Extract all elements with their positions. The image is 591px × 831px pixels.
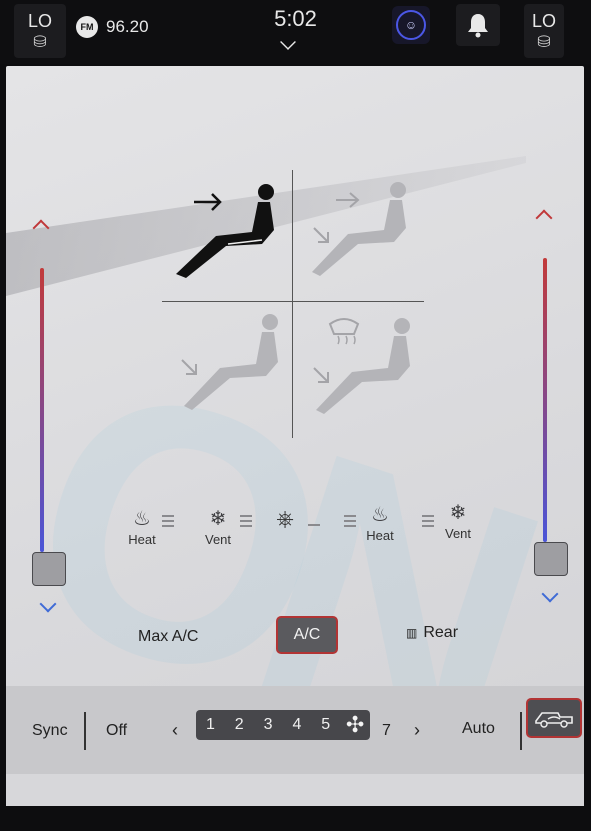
recirculation-button[interactable] xyxy=(526,698,582,738)
passenger-temp-up-icon[interactable] xyxy=(535,209,553,227)
driver-seat-heat-label: Heat xyxy=(128,532,156,547)
status-bar: LO ⛁ FM 96.20 5:02 ☺ LO ⛁ xyxy=(0,0,591,64)
truck-recirc-icon xyxy=(535,712,573,728)
fan-speed-5[interactable]: 5 xyxy=(311,716,340,734)
bell-icon xyxy=(468,14,488,38)
sync-button[interactable]: Sync xyxy=(32,722,68,740)
fan-control-bar: Sync Off ‹ 1 2 3 4 5 ✣ 7 › Auto xyxy=(6,686,584,774)
auto-button[interactable]: Auto xyxy=(462,720,495,738)
driver-temp-slider-thumb[interactable] xyxy=(32,552,66,586)
fan-increase-button[interactable]: › xyxy=(414,720,420,741)
passenger-temp-down-icon[interactable] xyxy=(541,585,559,603)
passenger-seat-heat-label: Heat xyxy=(366,528,394,543)
defrost-feet-icon xyxy=(313,318,410,414)
driver-seat-icon: ⛁ xyxy=(33,34,47,51)
grid-divider-horizontal xyxy=(162,301,424,302)
driver-profile-icon: ☺ xyxy=(396,10,426,40)
passenger-temp-button[interactable]: LO ⛁ xyxy=(524,4,564,58)
steering-wheel-heat-icon[interactable]: ⎈ xyxy=(272,506,298,532)
fan-speed-2[interactable]: 2 xyxy=(225,716,254,734)
seat-heat-icon: ♨ xyxy=(133,508,151,530)
airflow-feet[interactable] xyxy=(170,310,290,420)
driver-profile-button[interactable]: ☺ xyxy=(392,6,430,44)
airflow-face-feet[interactable] xyxy=(306,174,426,284)
divider xyxy=(520,712,522,750)
driver-vent-level xyxy=(240,512,252,530)
driver-seat-vent-label: Vent xyxy=(204,532,232,547)
passenger-temp-value: LO xyxy=(531,11,556,31)
fan-speed-strip[interactable]: 1 2 3 4 5 ✣ xyxy=(196,710,370,740)
climate-panel: ON ♨ Heat ❄ Vent ⎈ ♨ Heat ❄ Vent Max A/C… xyxy=(0,66,584,825)
passenger-heat-level xyxy=(344,512,356,530)
passenger-seat-vent-button[interactable]: ❄ Vent xyxy=(436,500,480,541)
fan-decrease-button[interactable]: ‹ xyxy=(172,720,178,741)
passenger-seat-heat-button[interactable]: ♨ Heat xyxy=(358,502,402,543)
passenger-seat-icon: ⛁ xyxy=(537,34,551,51)
driver-heat-level xyxy=(162,512,174,530)
seat-vent-icon: ❄ xyxy=(449,502,467,524)
airflow-feet-icon xyxy=(181,314,278,410)
notifications-button[interactable] xyxy=(456,4,500,46)
steering-wheel-heat-level xyxy=(308,524,320,526)
rear-defrost-icon: ▥ xyxy=(406,626,418,640)
passenger-temp-track[interactable] xyxy=(543,258,547,542)
clock: 5:02 xyxy=(274,6,317,31)
fan-speed-1[interactable]: 1 xyxy=(196,716,225,734)
ac-button[interactable]: A/C xyxy=(276,616,338,654)
fan-speed-3[interactable]: 3 xyxy=(254,716,283,734)
max-ac-button[interactable]: Max A/C xyxy=(138,628,198,646)
divider xyxy=(84,712,86,750)
fan-off-button[interactable]: Off xyxy=(106,722,127,740)
passenger-seat-vent-label: Vent xyxy=(444,526,472,541)
airflow-face-feet-icon xyxy=(312,182,406,276)
passenger-temp-slider-thumb[interactable] xyxy=(534,542,568,576)
airflow-face-driver[interactable] xyxy=(166,174,286,284)
grid-divider-vertical xyxy=(292,170,293,438)
ac-button-label: A/C xyxy=(293,626,321,643)
seat-vent-icon: ❄ xyxy=(209,508,227,530)
fan-icon[interactable]: ✣ xyxy=(340,712,370,738)
rear-label: Rear xyxy=(423,624,459,641)
driver-seat-vent-button[interactable]: ❄ Vent xyxy=(196,506,240,547)
airflow-face-icon xyxy=(176,184,274,278)
fan-speed-7[interactable]: 7 xyxy=(382,722,391,740)
bottom-strip xyxy=(6,774,584,806)
seat-heat-icon: ♨ xyxy=(371,504,389,526)
chevron-down-icon[interactable] xyxy=(280,34,296,50)
driver-seat-heat-button[interactable]: ♨ Heat xyxy=(120,506,164,547)
airflow-defrost-feet[interactable] xyxy=(306,310,426,420)
rear-defrost-button[interactable]: ▥ Rear xyxy=(406,624,458,642)
driver-temp-track[interactable] xyxy=(40,268,44,552)
fan-speed-4[interactable]: 4 xyxy=(282,716,311,734)
passenger-vent-level xyxy=(422,512,434,530)
